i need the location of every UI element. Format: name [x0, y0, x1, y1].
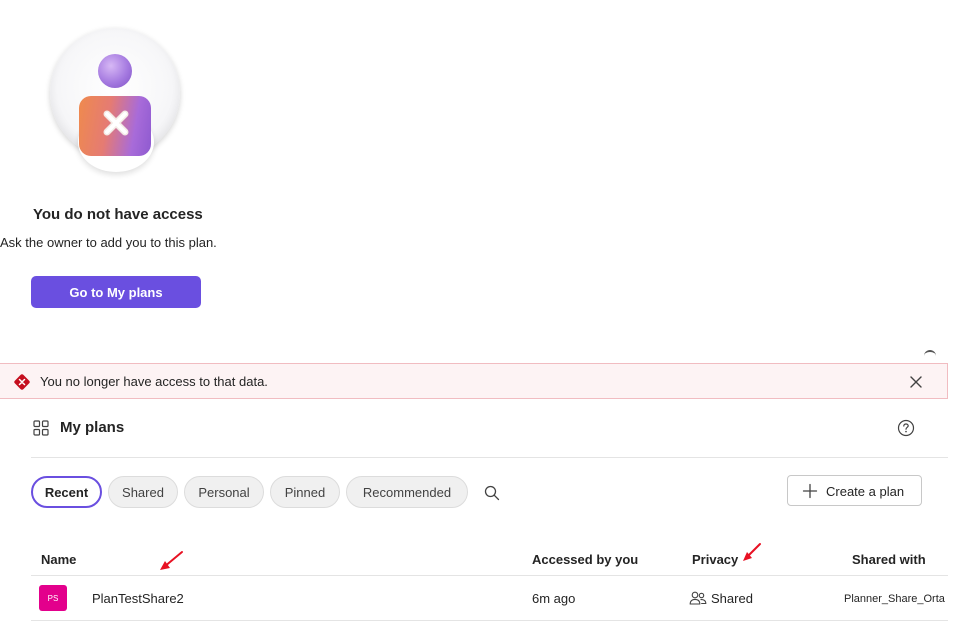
search-icon[interactable]: [483, 484, 501, 502]
help-circle-icon[interactable]: [897, 419, 915, 437]
plus-icon: [802, 483, 818, 499]
page-title: My plans: [60, 419, 125, 436]
column-header-accessed[interactable]: Accessed by you: [532, 552, 638, 567]
filter-chip-shared[interactable]: Shared: [108, 476, 178, 508]
filter-chip-pinned[interactable]: Pinned: [270, 476, 340, 508]
plan-accessed: 6m ago: [532, 591, 576, 606]
error-diamond-icon: [14, 374, 30, 390]
table-row-divider: [31, 620, 948, 621]
table-header-divider: [31, 575, 948, 576]
column-header-shared-with[interactable]: Shared with: [852, 552, 926, 567]
filter-chip-recommended[interactable]: Recommended: [346, 476, 468, 508]
partial-icon: [924, 350, 936, 356]
close-icon[interactable]: [906, 372, 926, 392]
filter-chip-personal[interactable]: Personal: [184, 476, 264, 508]
people-icon: [689, 591, 707, 605]
shared-with-cell: Planner_Share_Orta: [844, 590, 948, 610]
denied-x-icon: [103, 110, 129, 136]
header-divider: [31, 457, 948, 458]
no-access-subtitle: Ask the owner to add you to this plan.: [0, 235, 217, 250]
filter-chip-recent[interactable]: Recent: [31, 476, 102, 508]
no-access-title: You do not have access: [33, 206, 203, 223]
annotation-arrow-icon: [160, 551, 183, 570]
no-access-illustration: [48, 26, 182, 180]
plan-name[interactable]: PlanTestShare2: [92, 591, 184, 606]
error-message-bar: You no longer have access to that data.: [0, 363, 948, 399]
column-header-privacy[interactable]: Privacy: [692, 552, 738, 567]
create-plan-label: Create a plan: [826, 484, 905, 499]
grid-icon: [33, 420, 49, 436]
person-head-icon: [98, 54, 132, 88]
plan-privacy: Shared: [711, 591, 753, 606]
plan-shared-with: Planner_Share_Orta: [844, 593, 945, 605]
go-to-my-plans-button[interactable]: Go to My plans: [31, 276, 201, 308]
annotation-arrow-icon: [743, 543, 761, 561]
create-plan-button[interactable]: Create a plan: [787, 475, 922, 506]
error-message-text: You no longer have access to that data.: [40, 374, 268, 389]
plan-avatar: PS: [39, 585, 67, 611]
column-header-name[interactable]: Name: [41, 552, 76, 567]
